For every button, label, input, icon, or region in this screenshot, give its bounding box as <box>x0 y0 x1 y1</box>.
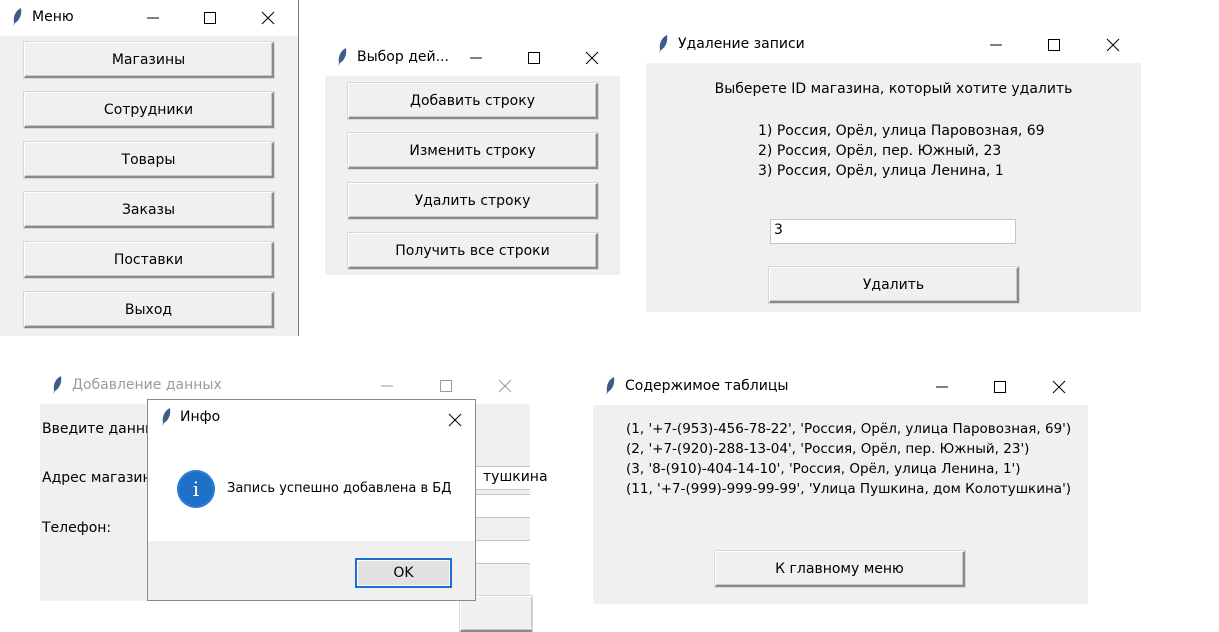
orders-button[interactable]: Заказы <box>24 192 274 228</box>
address-label: Адрес магазина <box>42 470 161 486</box>
back-to-menu-button[interactable]: К главному меню <box>715 551 965 587</box>
close-icon[interactable] <box>1030 369 1088 405</box>
close-icon[interactable] <box>239 0 297 36</box>
shop-id-input[interactable]: 3 <box>770 219 1016 244</box>
feather-icon <box>606 377 615 395</box>
window-title: Выбор дей... <box>357 49 449 65</box>
phone-label: Телефон: <box>42 520 112 536</box>
info-icon: i <box>177 470 215 508</box>
minimize-icon[interactable] <box>124 0 182 36</box>
exit-button[interactable]: Выход <box>24 292 274 328</box>
goods-button[interactable]: Товары <box>24 142 274 178</box>
maximize-icon[interactable] <box>971 369 1029 405</box>
delete-window: Удаление записи Выберете ID магазина, ко… <box>646 27 1141 312</box>
shop-option: 1) Россия, Орёл, улица Паровозная, 69 <box>758 123 1045 139</box>
minimize-icon[interactable] <box>447 40 505 76</box>
delete-titlebar[interactable]: Удаление записи <box>646 27 1141 63</box>
feather-icon <box>659 35 668 53</box>
delete-body: Выберете ID магазина, который хотите уда… <box>646 63 1141 312</box>
info-dialog: Инфо i Запись успешно добавлена в БД OK <box>147 399 476 601</box>
menu-titlebar[interactable]: Меню <box>0 0 298 36</box>
close-icon[interactable] <box>563 40 621 76</box>
info-content: i Запись успешно добавлена в БД <box>148 436 475 541</box>
maximize-icon[interactable] <box>181 0 239 36</box>
info-message: Запись успешно добавлена в БД <box>227 481 452 496</box>
minimize-icon[interactable] <box>967 27 1025 63</box>
menu-body: Магазины Сотрудники Товары Заказы Постав… <box>0 36 298 336</box>
action-body: Добавить строку Изменить строку Удалить … <box>325 76 620 275</box>
deliveries-button[interactable]: Поставки <box>24 242 274 278</box>
feather-icon <box>53 376 62 394</box>
feather-icon <box>162 408 171 426</box>
menu-window: Меню Магазины Сотрудники Товары Заказы П… <box>0 0 299 336</box>
info-icon-letter: i <box>192 477 200 501</box>
shop-option: 3) Россия, Орёл, улица Ленина, 1 <box>758 163 1004 179</box>
table-row: (3, '8-(910)-404-14-10', 'Россия, Орёл, … <box>626 461 1021 477</box>
window-title: Удаление записи <box>678 36 805 52</box>
intro-label: Введите данны <box>42 421 157 437</box>
employees-button[interactable]: Сотрудники <box>24 92 274 128</box>
dialog-title: Инфо <box>180 409 221 425</box>
close-icon[interactable] <box>1084 27 1142 63</box>
add-row-button[interactable]: Добавить строку <box>348 83 598 119</box>
info-footer: OK <box>148 541 475 600</box>
action-window: Выбор дей... Добавить строку Изменить ст… <box>325 40 620 275</box>
delete-prompt: Выберете ID магазина, который хотите уда… <box>714 81 1073 97</box>
ok-button[interactable]: OK <box>355 558 452 588</box>
shops-button[interactable]: Магазины <box>24 42 274 78</box>
delete-button[interactable]: Удалить <box>769 267 1019 303</box>
feather-icon <box>338 48 347 66</box>
maximize-icon[interactable] <box>505 40 563 76</box>
address-value: тушкина <box>483 469 548 485</box>
table-row: (2, '+7-(920)-288-13-04', 'Россия, Орёл,… <box>626 441 1030 457</box>
window-title: Добавление данных <box>72 377 222 393</box>
table-row: (1, '+7-(953)-456-78-22', 'Россия, Орёл,… <box>626 421 1072 437</box>
table-row: (11, '+7-(999)-999-99-99', 'Улица Пушкин… <box>626 481 1072 497</box>
window-title: Меню <box>32 9 74 25</box>
maximize-icon[interactable] <box>1025 27 1083 63</box>
shop-option: 2) Россия, Орёл, пер. Южный, 23 <box>758 143 1002 159</box>
feather-icon <box>13 8 22 26</box>
close-icon[interactable] <box>476 368 534 404</box>
minimize-icon[interactable] <box>913 369 971 405</box>
add-submit-button[interactable] <box>460 596 532 632</box>
delete-row-button[interactable]: Удалить строку <box>348 183 598 219</box>
info-titlebar[interactable]: Инфо <box>148 400 475 436</box>
close-icon[interactable] <box>426 402 484 438</box>
action-titlebar[interactable]: Выбор дей... <box>325 40 620 76</box>
edit-row-button[interactable]: Изменить строку <box>348 133 598 169</box>
table-titlebar[interactable]: Содержимое таблицы <box>593 369 1088 405</box>
table-window: Содержимое таблицы (1, '+7-(953)-456-78-… <box>593 369 1088 604</box>
table-body: (1, '+7-(953)-456-78-22', 'Россия, Орёл,… <box>593 405 1088 604</box>
get-all-rows-button[interactable]: Получить все строки <box>348 233 598 269</box>
window-title: Содержимое таблицы <box>625 378 789 394</box>
